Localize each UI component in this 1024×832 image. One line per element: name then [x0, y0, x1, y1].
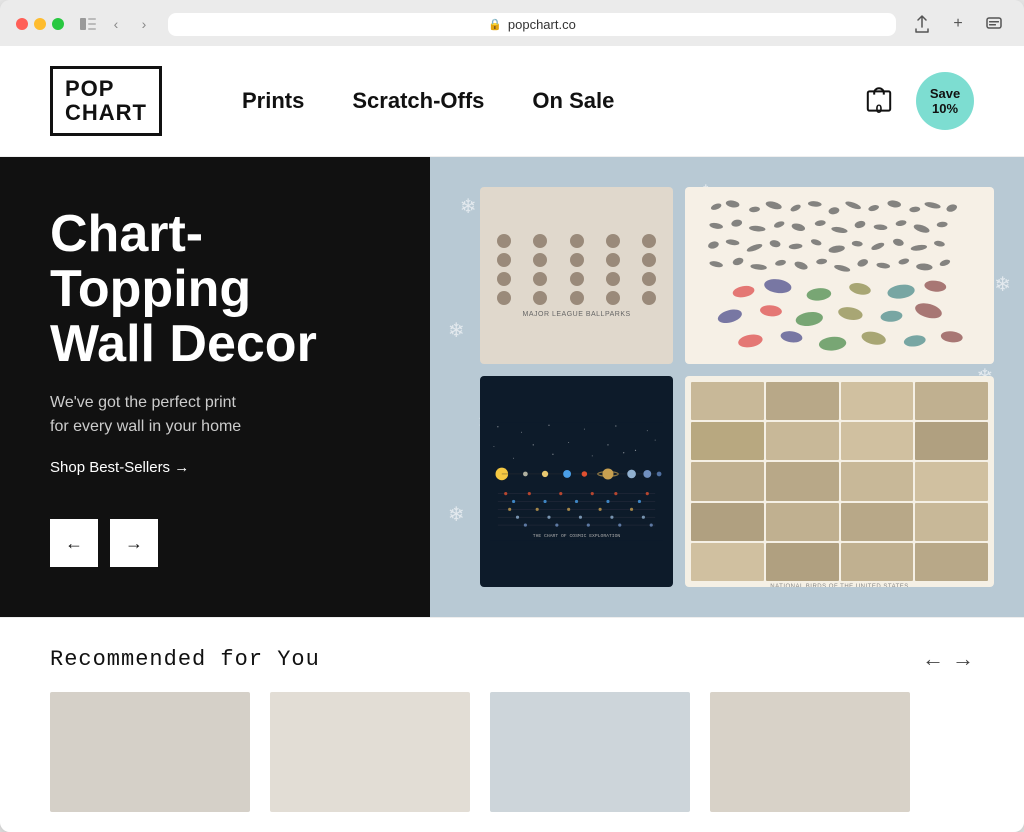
- product-preview-item[interactable]: [490, 692, 690, 812]
- site-header: POP CHART Prints Scratch-Offs On Sale 0: [0, 46, 1024, 157]
- product-preview-row: [0, 692, 1024, 832]
- snowflake-icon: ❄: [448, 318, 465, 343]
- snowflake-icon: ❄: [448, 502, 465, 527]
- minimize-button[interactable]: [34, 18, 46, 30]
- browser-window: ‹ › 🔒 popchart.co +: [0, 0, 1024, 832]
- browser-toolbar: ‹ › 🔒 popchart.co +: [0, 0, 1024, 46]
- main-nav: Prints Scratch-Offs On Sale: [242, 88, 858, 114]
- cart-count: 0: [876, 102, 883, 116]
- browser-nav-icons: ‹ ›: [76, 12, 156, 36]
- rec-next-button[interactable]: →: [952, 646, 974, 672]
- new-tab-icon[interactable]: +: [944, 10, 972, 38]
- nav-on-sale[interactable]: On Sale: [532, 88, 614, 114]
- hero-next-button[interactable]: →: [110, 519, 158, 567]
- header-actions: 0 Save 10%: [858, 72, 974, 130]
- forward-icon[interactable]: ›: [132, 12, 156, 36]
- hero-title: Chart-ToppingWall Decor: [50, 207, 380, 371]
- product-preview-item[interactable]: [50, 692, 250, 812]
- address-bar[interactable]: 🔒 popchart.co: [168, 13, 896, 36]
- product-birds[interactable]: [685, 187, 994, 363]
- snowflake-icon: ❄: [460, 194, 477, 219]
- logo-text: POP CHART: [65, 77, 147, 125]
- tabs-icon[interactable]: [980, 10, 1008, 38]
- recommended-title: Recommended for You: [50, 647, 320, 672]
- product-cosmic[interactable]: THE CHART OF COSMIC EXPLORATION: [480, 376, 673, 588]
- snowflake-icon: ❄: [994, 272, 1011, 297]
- nav-prints[interactable]: Prints: [242, 88, 304, 114]
- product-preview-item[interactable]: [270, 692, 470, 812]
- hero-content: Chart-ToppingWall Decor We've got the pe…: [50, 207, 380, 477]
- maximize-button[interactable]: [52, 18, 64, 30]
- nav-scratch-offs[interactable]: Scratch-Offs: [352, 88, 484, 114]
- rec-prev-button[interactable]: ←: [922, 646, 944, 672]
- hero-left-panel: Chart-ToppingWall Decor We've got the pe…: [0, 157, 430, 617]
- hero-right-panel: ❄ ❄ ❄ ❄ ❄ ❄ ❄ ❄ ❄ ❄ ❄ ❄ ❄ ❄: [430, 157, 1024, 617]
- sidebar-toggle-icon[interactable]: [76, 12, 100, 36]
- back-icon[interactable]: ‹: [104, 12, 128, 36]
- traffic-lights: [16, 18, 64, 30]
- hero-section: Chart-ToppingWall Decor We've got the pe…: [0, 157, 1024, 617]
- hero-subtitle: We've got the perfect printfor every wal…: [50, 391, 380, 439]
- url-text: popchart.co: [508, 17, 576, 32]
- save-badge[interactable]: Save 10%: [916, 72, 974, 130]
- share-icon[interactable]: [908, 10, 936, 38]
- browser-action-buttons: +: [908, 10, 1008, 38]
- svg-text:THE CHART OF COSMIC EXPLORATIO: THE CHART OF COSMIC EXPLORATION: [533, 533, 621, 539]
- cart-button[interactable]: 0: [858, 80, 900, 122]
- lock-icon: 🔒: [488, 18, 502, 31]
- product-preview-item[interactable]: [710, 692, 910, 812]
- product-ballparks[interactable]: MAJOR LEAGUE BALLPARKS: [480, 187, 673, 363]
- recommended-section: Recommended for You ← →: [0, 617, 1024, 692]
- hero-navigation: ← →: [50, 519, 380, 567]
- logo[interactable]: POP CHART: [50, 66, 162, 136]
- product-national-birds[interactable]: NATIONAL BIRDS OF THE UNITED STATES: [685, 376, 994, 588]
- hero-prev-button[interactable]: ←: [50, 519, 98, 567]
- hero-cta-link[interactable]: Shop Best-Sellers →: [50, 459, 189, 476]
- website: POP CHART Prints Scratch-Offs On Sale 0: [0, 46, 1024, 832]
- close-button[interactable]: [16, 18, 28, 30]
- recommended-navigation: ← →: [922, 646, 974, 672]
